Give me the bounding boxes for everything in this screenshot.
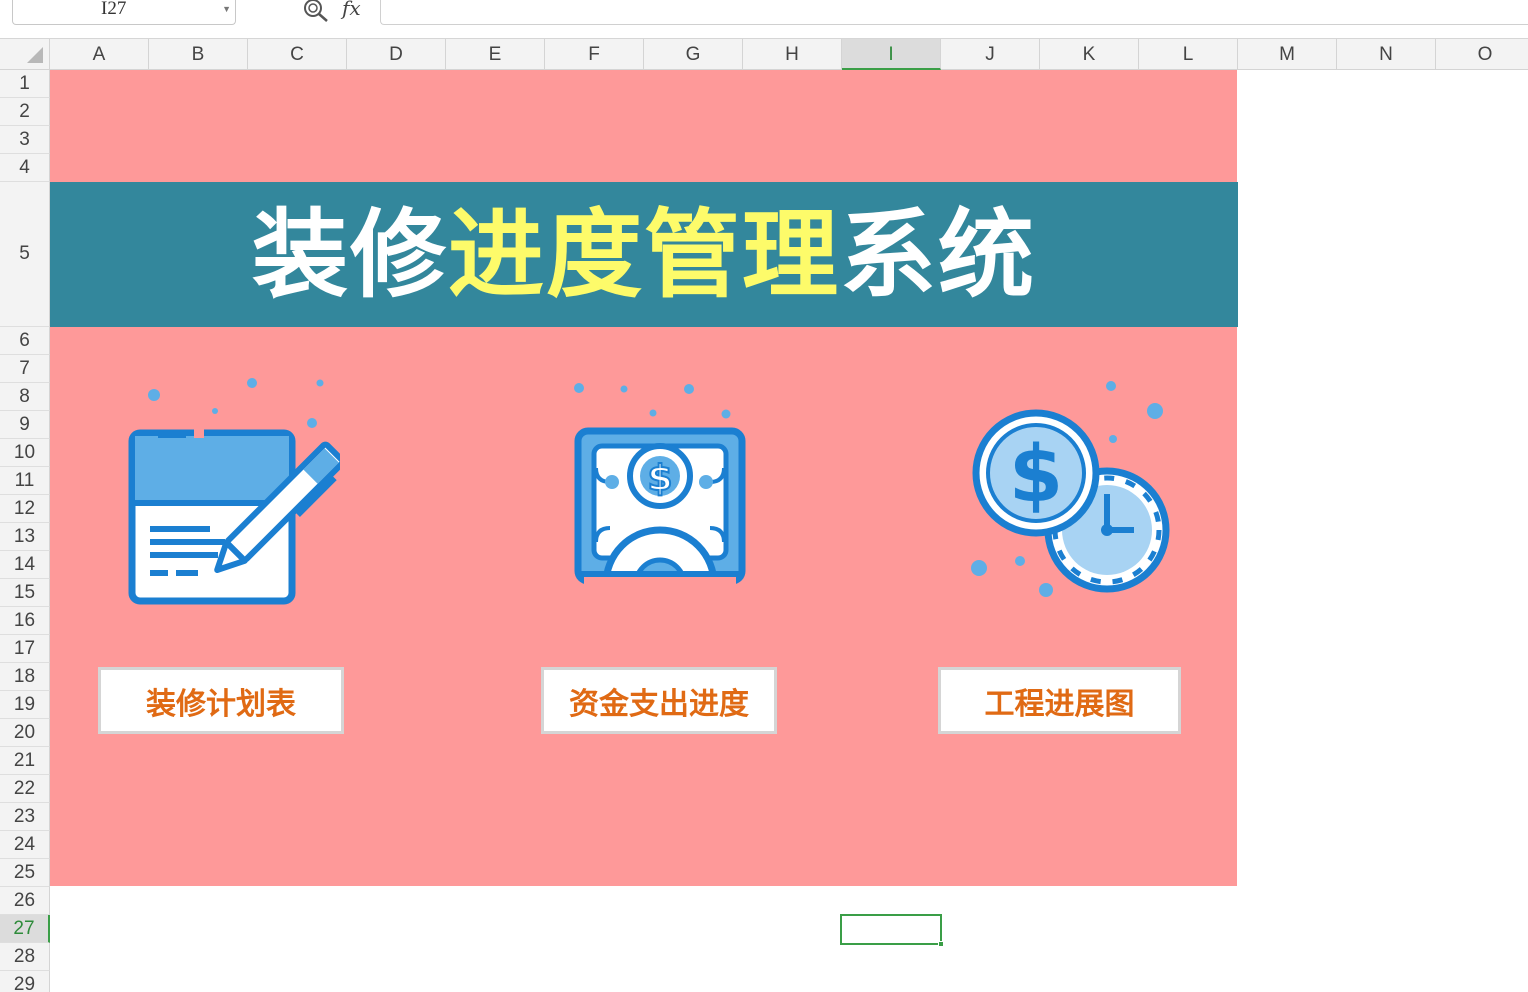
row-header-13[interactable]: 13 [0, 523, 50, 551]
row-header-19[interactable]: 19 [0, 691, 50, 719]
formula-bar: I27 ▼ fx [0, 0, 1528, 39]
row-header-18[interactable]: 18 [0, 663, 50, 691]
row-header-23[interactable]: 23 [0, 803, 50, 831]
zoom-icon[interactable] [302, 0, 330, 24]
row-header-1[interactable]: 1 [0, 70, 50, 98]
selected-cell[interactable] [840, 914, 944, 947]
row-header-25[interactable]: 25 [0, 859, 50, 887]
fund-expense-button[interactable]: 资金支出进度 [541, 667, 777, 734]
row-header-27[interactable]: 27 [0, 915, 50, 943]
column-header-m[interactable]: M [1238, 39, 1337, 70]
name-box[interactable]: I27 ▼ [12, 0, 236, 25]
row-header-6[interactable]: 6 [0, 327, 50, 355]
row-header-2[interactable]: 2 [0, 98, 50, 126]
row-header-4[interactable]: 4 [0, 154, 50, 182]
row-header-20[interactable]: 20 [0, 719, 50, 747]
chevron-down-icon[interactable]: ▼ [222, 4, 231, 14]
column-header-e[interactable]: E [446, 39, 545, 70]
column-header-a[interactable]: A [50, 39, 149, 70]
plan-table-button[interactable]: 装修计划表 [98, 667, 344, 734]
column-header-j[interactable]: J [941, 39, 1040, 70]
column-header-i[interactable]: I [842, 39, 941, 70]
row-header-5[interactable]: 5 [0, 182, 50, 327]
row-header-14[interactable]: 14 [0, 551, 50, 579]
title-part-3: 系统 [840, 198, 1036, 311]
row-header-7[interactable]: 7 [0, 355, 50, 383]
column-header-g[interactable]: G [644, 39, 743, 70]
coin-clock-icon[interactable]: $ [962, 374, 1172, 604]
row-header-22[interactable]: 22 [0, 775, 50, 803]
svg-text:$: $ [1009, 430, 1063, 520]
column-header-h[interactable]: H [743, 39, 842, 70]
row-header-12[interactable]: 12 [0, 495, 50, 523]
row-header-15[interactable]: 15 [0, 579, 50, 607]
column-header-c[interactable]: C [248, 39, 347, 70]
fill-handle[interactable] [938, 941, 944, 947]
row-header-8[interactable]: 8 [0, 383, 50, 411]
row-header-9[interactable]: 9 [0, 411, 50, 439]
select-all-icon [27, 47, 43, 63]
page-title: 装修进度管理系统 [252, 207, 1036, 303]
plan-document-icon[interactable] [118, 372, 340, 612]
row-header-26[interactable]: 26 [0, 887, 50, 915]
row-header-3[interactable]: 3 [0, 126, 50, 154]
row-header-17[interactable]: 17 [0, 635, 50, 663]
title-part-1: 装修 [252, 198, 448, 311]
row-header-10[interactable]: 10 [0, 439, 50, 467]
row-header-16[interactable]: 16 [0, 607, 50, 635]
column-header-f[interactable]: F [545, 39, 644, 70]
row-header-11[interactable]: 11 [0, 467, 50, 495]
title-part-2: 进度管理 [448, 198, 840, 311]
formula-input[interactable] [380, 0, 1528, 25]
column-header-d[interactable]: D [347, 39, 446, 70]
column-header-l[interactable]: L [1139, 39, 1238, 70]
row-header-21[interactable]: 21 [0, 747, 50, 775]
column-header-o[interactable]: O [1436, 39, 1528, 70]
row-header-29[interactable]: 29 [0, 971, 50, 992]
column-header-k[interactable]: K [1040, 39, 1139, 70]
title-band: 装修进度管理系统 [50, 182, 1238, 327]
column-header-n[interactable]: N [1337, 39, 1436, 70]
name-box-value: I27 [101, 0, 127, 19]
progress-chart-button[interactable]: 工程进展图 [938, 667, 1181, 734]
fx-icon[interactable]: fx [342, 0, 361, 20]
select-all-corner[interactable] [0, 39, 50, 70]
column-header-b[interactable]: B [149, 39, 248, 70]
svg-text:$: $ [647, 458, 672, 499]
row-header-28[interactable]: 28 [0, 943, 50, 971]
money-gear-icon[interactable]: $ [566, 378, 752, 588]
row-header-24[interactable]: 24 [0, 831, 50, 859]
